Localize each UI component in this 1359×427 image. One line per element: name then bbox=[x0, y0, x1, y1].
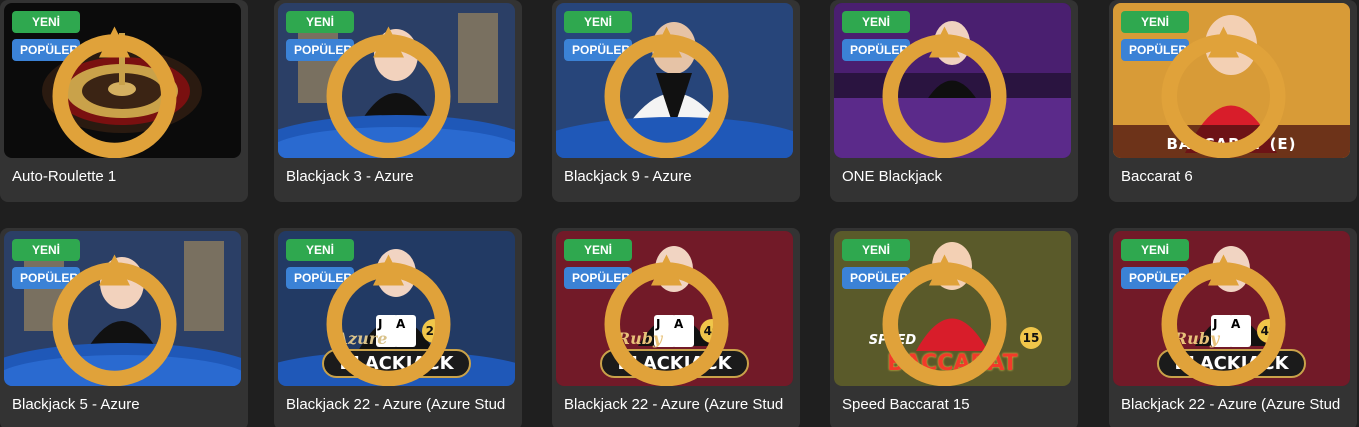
game-title[interactable]: Speed Baccarat 15 bbox=[842, 395, 1074, 415]
game-thumbnail[interactable]: J A 40 Ruby BLACKJACK YENİ POPÜLER bbox=[556, 231, 793, 386]
game-thumbnail[interactable]: YENİ POPÜLER bbox=[556, 3, 793, 158]
game-card[interactable]: 15 SPEED BACCARAT YENİ POPÜLER Speed Bac… bbox=[830, 228, 1078, 427]
provider-logo-icon bbox=[604, 254, 729, 386]
game-card[interactable]: YENİ POPÜLER Blackjack 9 - Azure bbox=[552, 0, 800, 202]
game-title[interactable]: ONE Blackjack bbox=[842, 167, 1074, 187]
game-thumbnail[interactable]: YENİ POPÜLER bbox=[834, 3, 1071, 158]
provider-logo-icon bbox=[52, 26, 177, 158]
game-card[interactable]: BACCARAT (E) YENİ POPÜLER Baccarat 6 bbox=[1109, 0, 1357, 202]
game-card[interactable]: YENİ POPÜLER ONE Blackjack bbox=[830, 0, 1078, 202]
provider-logo-icon bbox=[326, 26, 451, 158]
provider-logo-icon bbox=[604, 26, 729, 158]
provider-logo-icon bbox=[1161, 254, 1286, 386]
game-thumbnail[interactable]: YENİ POPÜLER bbox=[4, 3, 241, 158]
game-thumbnail[interactable]: YENİ POPÜLER bbox=[4, 231, 241, 386]
provider-logo-icon bbox=[882, 254, 1007, 386]
game-thumbnail[interactable]: J A 49 Ruby BLACKJACK YENİ POPÜLER bbox=[1113, 231, 1350, 386]
game-thumbnail[interactable]: YENİ POPÜLER bbox=[278, 3, 515, 158]
game-title[interactable]: Blackjack 22 - Azure (Azure Stud bbox=[564, 395, 796, 415]
game-title[interactable]: Blackjack 5 - Azure bbox=[12, 395, 244, 415]
game-thumbnail[interactable]: 15 SPEED BACCARAT YENİ POPÜLER bbox=[834, 231, 1071, 386]
game-card[interactable]: J A 40 Ruby BLACKJACK YENİ POPÜLER Black… bbox=[552, 228, 800, 427]
game-thumbnail[interactable]: BACCARAT (E) YENİ POPÜLER bbox=[1113, 3, 1350, 158]
game-grid: YENİ POPÜLER Auto-Roulette 1 YENİ POPÜLE… bbox=[0, 0, 1359, 427]
game-title[interactable]: Baccarat 6 bbox=[1121, 167, 1353, 187]
provider-logo-icon bbox=[326, 254, 451, 386]
provider-logo-icon bbox=[1161, 26, 1286, 158]
provider-logo-icon bbox=[882, 26, 1007, 158]
game-thumbnail[interactable]: J A 24 Azure BLACKJACK YENİ POPÜLER bbox=[278, 231, 515, 386]
game-title[interactable]: Blackjack 3 - Azure bbox=[286, 167, 518, 187]
game-title[interactable]: Blackjack 22 - Azure (Azure Stud bbox=[1121, 395, 1353, 415]
game-card[interactable]: YENİ POPÜLER Blackjack 5 - Azure bbox=[0, 228, 248, 427]
game-card[interactable]: YENİ POPÜLER Auto-Roulette 1 bbox=[0, 0, 248, 202]
provider-logo-icon bbox=[52, 254, 177, 386]
game-card[interactable]: J A 49 Ruby BLACKJACK YENİ POPÜLER Black… bbox=[1109, 228, 1357, 427]
game-title[interactable]: Blackjack 22 - Azure (Azure Stud bbox=[286, 395, 518, 415]
game-card[interactable]: YENİ POPÜLER Blackjack 3 - Azure bbox=[274, 0, 522, 202]
game-title[interactable]: Auto-Roulette 1 bbox=[12, 167, 244, 187]
game-title[interactable]: Blackjack 9 - Azure bbox=[564, 167, 796, 187]
game-card[interactable]: J A 24 Azure BLACKJACK YENİ POPÜLER Blac… bbox=[274, 228, 522, 427]
